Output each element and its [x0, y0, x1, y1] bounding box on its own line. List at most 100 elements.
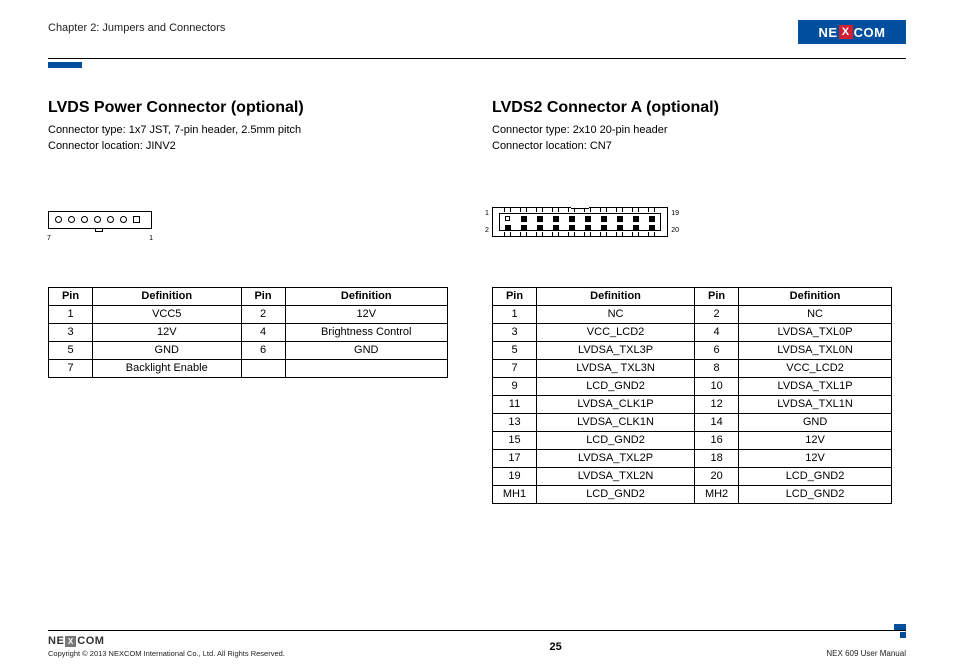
jst-label-1: 1	[149, 235, 153, 242]
cell-pin: 17	[493, 449, 537, 467]
table-row: 15LCD_GND21612V	[493, 431, 892, 449]
hdr20-pin	[505, 225, 511, 231]
hdr20-wall-tick	[616, 208, 623, 212]
hdr20-pin	[569, 216, 575, 222]
cell-pin: 6	[241, 341, 285, 359]
cell-pin: 15	[493, 431, 537, 449]
cell-pin	[241, 359, 285, 377]
hdr20-pin	[601, 225, 607, 231]
brand-post: COM	[77, 635, 104, 647]
chapter-title: Chapter 2: Jumpers and Connectors	[48, 20, 225, 34]
cell-pin: 11	[493, 395, 537, 413]
cell-pin: MH2	[695, 485, 739, 503]
diagram-lvds-power: 7 1	[48, 173, 462, 283]
hdr20-pin	[537, 225, 543, 231]
cell-pin: 4	[241, 323, 285, 341]
cell-definition: LVDSA_TXL1P	[739, 377, 892, 395]
table-header-row: Pin Definition Pin Definition	[49, 287, 448, 305]
hdr20-pin	[649, 225, 655, 231]
hdr20-wall-tick	[600, 232, 607, 236]
cell-definition: NC	[739, 305, 892, 323]
cell-definition: 12V	[93, 323, 242, 341]
cell-definition: LCD_GND2	[739, 467, 892, 485]
cell-pin: MH1	[493, 485, 537, 503]
jst-pin-hole	[55, 216, 62, 223]
footer-left: NE X COM Copyright © 2013 NEXCOM Interna…	[48, 635, 285, 658]
cell-definition: LVDSA_TXL2N	[537, 467, 695, 485]
pin-table-lvds-power: Pin Definition Pin Definition 1VCC5212V3…	[48, 287, 448, 378]
hdr20-wall-tick	[536, 232, 543, 236]
jst-pin-hole	[68, 216, 75, 223]
hdr20-pin	[553, 216, 559, 222]
hdr20-wall-tick	[632, 208, 639, 212]
cell-definition: LVDSA_TXL3P	[537, 341, 695, 359]
jst-pin-hole	[94, 216, 101, 223]
th-def: Definition	[739, 287, 892, 305]
cell-pin: 16	[695, 431, 739, 449]
hdr20-wall-tick	[552, 208, 559, 212]
cell-pin: 18	[695, 449, 739, 467]
hdr20-wall-tick	[584, 232, 591, 236]
th-def: Definition	[93, 287, 242, 305]
cell-definition: LVDSA_TXL1N	[739, 395, 892, 413]
table-row: 11LVDSA_CLK1P12LVDSA_TXL1N	[493, 395, 892, 413]
hdr20-pin	[617, 216, 623, 222]
cell-pin: 5	[49, 341, 93, 359]
cell-definition: 12V	[739, 449, 892, 467]
hdr20-pin	[521, 216, 527, 222]
hdr20-wall-tick	[504, 208, 511, 212]
cell-pin: 20	[695, 467, 739, 485]
table-row: 7Backlight Enable	[49, 359, 448, 377]
cell-definition: LCD_GND2	[537, 431, 695, 449]
jst-connector-icon: 7 1	[48, 211, 152, 229]
hdr20-wall-tick	[520, 208, 527, 212]
cell-definition: Backlight Enable	[93, 359, 242, 377]
hdr20-wall-tick	[648, 232, 655, 236]
cell-pin: 4	[695, 323, 739, 341]
brand-pre: NE	[819, 25, 838, 40]
brand-x-icon: X	[65, 636, 76, 647]
column-lvds2-a: LVDS2 Connector A (optional) Connector t…	[492, 99, 906, 504]
cell-definition: VCC_LCD2	[537, 323, 695, 341]
jst-label-7: 7	[47, 235, 51, 242]
cell-definition: Brightness Control	[285, 323, 447, 341]
jst-pin-hole	[81, 216, 88, 223]
cell-definition: LVDSA_CLK1N	[537, 413, 695, 431]
footer-rule	[48, 630, 906, 631]
cell-definition	[285, 359, 447, 377]
table-header-row: Pin Definition Pin Definition	[493, 287, 892, 305]
cell-pin: 14	[695, 413, 739, 431]
copyright-text: Copyright © 2013 NEXCOM International Co…	[48, 649, 285, 658]
jst-notch-icon	[95, 229, 103, 232]
cell-pin: 9	[493, 377, 537, 395]
section-sub1-lvds2a: Connector type: 2x10 20-pin header	[492, 123, 906, 139]
cell-pin: 12	[695, 395, 739, 413]
cell-pin: 1	[493, 305, 537, 323]
hdr20-wall-tick	[648, 208, 655, 212]
page-number: 25	[550, 641, 562, 653]
table-row: 3VCC_LCD24LVDSA_TXL0P	[493, 323, 892, 341]
cell-definition: GND	[285, 341, 447, 359]
hdr20-wall-tick	[600, 208, 607, 212]
hdr20-wall-tick	[552, 232, 559, 236]
table-row: MH1LCD_GND2MH2LCD_GND2	[493, 485, 892, 503]
brand-logo-top: NE X COM	[798, 20, 906, 44]
cell-pin: 6	[695, 341, 739, 359]
jst-pin-hole	[107, 216, 114, 223]
cell-definition: LCD_GND2	[739, 485, 892, 503]
table-row: 17LVDSA_TXL2P1812V	[493, 449, 892, 467]
hdr20-pin1-open	[505, 216, 510, 221]
cell-definition: LVDSA_ TXL3N	[537, 359, 695, 377]
table-row: 5LVDSA_TXL3P6LVDSA_TXL0N	[493, 341, 892, 359]
brand-x-icon: X	[839, 25, 853, 39]
section-sub2-lvds2a: Connector location: CN7	[492, 139, 906, 155]
cell-definition: VCC_LCD2	[739, 359, 892, 377]
brand-post: COM	[854, 25, 886, 40]
hdr20-wall-tick	[632, 232, 639, 236]
cell-pin: 13	[493, 413, 537, 431]
cell-pin: 10	[695, 377, 739, 395]
footer-row: NE X COM Copyright © 2013 NEXCOM Interna…	[48, 635, 906, 658]
pin-table-lvds2a: Pin Definition Pin Definition 1NC2NC3VCC…	[492, 287, 892, 504]
cell-pin: 7	[49, 359, 93, 377]
hdr20-wall-tick	[616, 232, 623, 236]
